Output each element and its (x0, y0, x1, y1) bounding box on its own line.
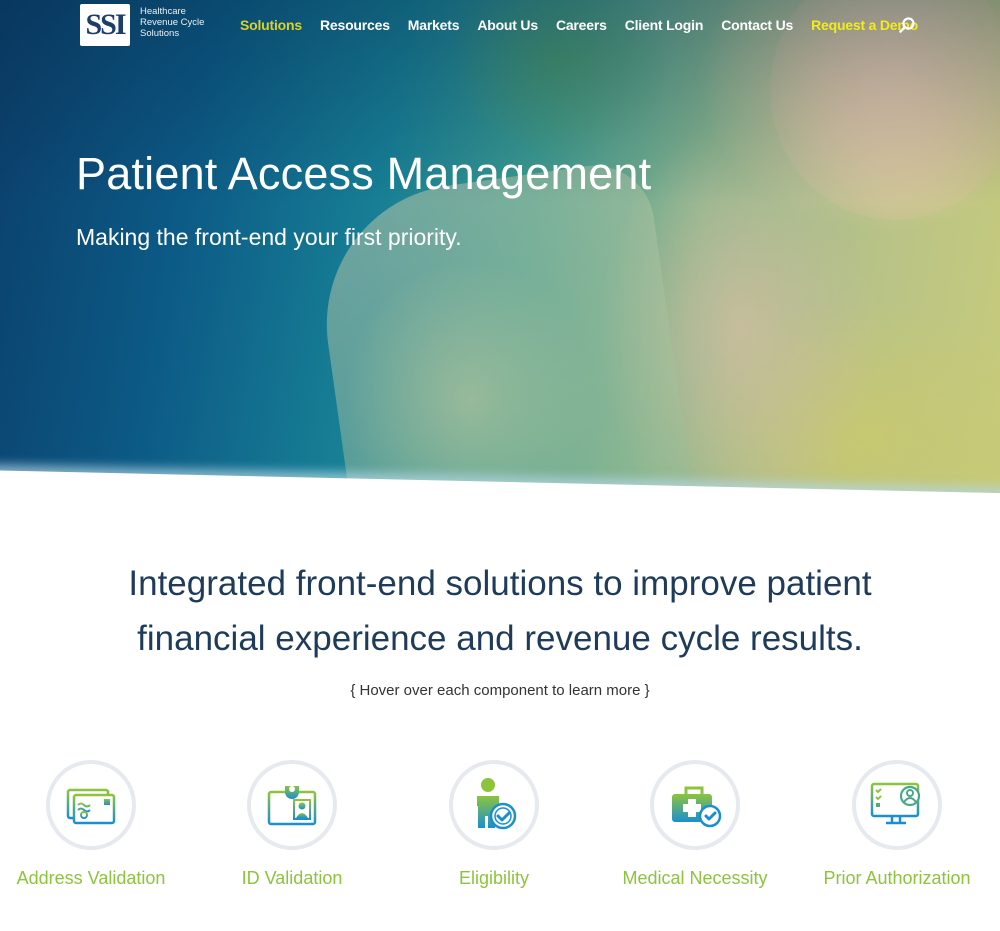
component-label: ID Validation (241, 868, 343, 888)
intro-heading: Integrated front-end solutions to improv… (128, 564, 872, 658)
nav-item-resources[interactable]: Resources (320, 17, 390, 33)
ssi-logo[interactable]: SSI (80, 4, 130, 46)
nav-item-solutions[interactable]: Solutions (240, 17, 302, 33)
logo-tagline: Healthcare Revenue Cycle Solutions (140, 6, 205, 39)
component-label: Address Validation (16, 868, 166, 888)
hero-subtitle: Making the front-end your first priority… (76, 224, 462, 250)
hero-banner: Patient Access Management Making the fro… (0, 0, 1000, 510)
component-label: Prior Authorization (823, 868, 971, 888)
id-badge-icon (267, 786, 317, 826)
nav-item-client-login[interactable]: Client Login (625, 17, 704, 33)
nav-item-careers[interactable]: Careers (556, 17, 607, 33)
nav-item-about-us[interactable]: About Us (477, 17, 538, 33)
component-prior-authorization[interactable]: Prior Authorization (797, 760, 997, 889)
nav-menu: Solutions Resources Markets About Us Car… (240, 17, 918, 33)
component-id-validation[interactable]: ID Validation (192, 760, 392, 889)
hero-title: Patient Access Management (76, 148, 652, 199)
medical-kit-check-icon (672, 786, 722, 828)
component-label: Eligibility (458, 868, 530, 888)
hover-hint: { Hover over each component to learn mor… (350, 682, 650, 699)
component-eligibility[interactable]: Eligibility (394, 760, 594, 889)
component-medical-necessity[interactable]: Medical Necessity (595, 760, 795, 889)
person-check-icon (477, 778, 517, 830)
search-icon[interactable] (898, 16, 916, 34)
top-navigation: SSI Healthcare Revenue Cycle Solutions S… (0, 0, 1000, 52)
component-list: Address Validation ID Validation Eligibi… (0, 760, 1000, 900)
address-card-icon (66, 788, 116, 825)
monitor-checklist-icon (870, 782, 921, 825)
nav-item-markets[interactable]: Markets (408, 17, 460, 33)
component-label: Medical Necessity (622, 868, 768, 888)
nav-item-contact-us[interactable]: Contact Us (721, 17, 793, 33)
component-address-validation[interactable]: Address Validation (0, 760, 191, 889)
